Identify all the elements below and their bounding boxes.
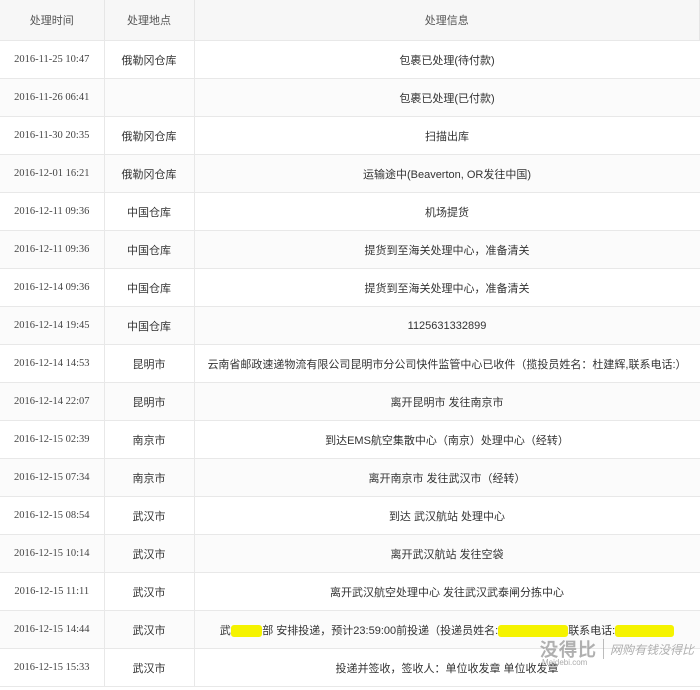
cell-info: 云南省邮政速递物流有限公司昆明市分公司快件监管中心已收件（揽投员姓名：杜建辉,联… xyxy=(194,344,700,383)
cell-info: 机场提货 xyxy=(194,192,700,231)
cell-info: 离开昆明市 发往南京市 xyxy=(194,382,700,421)
redacted-highlight: xxxxx xyxy=(230,624,263,637)
cell-time: 2016-12-15 02:39 xyxy=(0,420,105,459)
cell-location: 武汉市 xyxy=(104,610,195,649)
cell-time: 2016-12-15 10:14 xyxy=(0,534,105,573)
cell-time: 2016-12-14 09:36 xyxy=(0,268,105,307)
cell-location: 俄勒冈仓库 xyxy=(104,154,195,193)
cell-time: 2016-12-11 09:36 xyxy=(0,192,105,231)
cell-info: 投递并签收，签收人：单位收发章 单位收发章 xyxy=(194,648,700,687)
table-row: 2016-11-25 10:47 俄勒冈仓库 包裹已处理(待付款) xyxy=(0,40,700,79)
cell-info: 1125631332899 xyxy=(194,306,700,345)
cell-info: 离开武汉航站 发往空袋 xyxy=(194,534,700,573)
cell-time: 2016-12-01 16:21 xyxy=(0,154,105,193)
table-row: 2016-12-15 07:34 南京市 离开南京市 发往武汉市（经转） xyxy=(0,458,700,497)
redacted-highlight: xxxxxxxxxx xyxy=(615,624,675,637)
cell-info: 到达 武汉航站 处理中心 xyxy=(194,496,700,535)
table-row: 2016-11-26 06:41 包裹已处理(已付款) xyxy=(0,78,700,117)
table-row: 2016-12-15 14:44 武汉市 武 xxxxx 部 安排投递，预计23:5… xyxy=(0,610,700,649)
cell-location: 南京市 xyxy=(104,458,195,497)
cell-location: 武汉市 xyxy=(104,572,195,611)
cell-info: 到达EMS航空集散中心（南京）处理中心（经转） xyxy=(194,420,700,459)
cell-location: 中国仓库 xyxy=(104,192,195,231)
table-row: 2016-12-14 09:36 中国仓库 提货到至海关处理中心，准备清关 xyxy=(0,268,700,307)
cell-time: 2016-12-14 19:45 xyxy=(0,306,105,345)
table-row: 2016-12-11 09:36 中国仓库 提货到至海关处理中心，准备清关 xyxy=(0,230,700,269)
cell-time: 2016-12-14 14:53 xyxy=(0,344,105,383)
table-row: 2016-12-14 19:45 中国仓库 1125631332899 xyxy=(0,306,700,345)
info-text-part: 部 安排投递，预计23:59:00前投递（投递员姓名: xyxy=(262,624,499,637)
cell-location xyxy=(104,78,195,117)
cell-time: 2016-11-26 06:41 xyxy=(0,78,105,117)
cell-location: 武汉市 xyxy=(104,534,195,573)
info-text-part: 武 xyxy=(219,624,231,637)
cell-time: 2016-12-15 08:54 xyxy=(0,496,105,535)
cell-location: 中国仓库 xyxy=(104,268,195,307)
cell-info: 运输途中(Beaverton, OR发往中国) xyxy=(194,154,700,193)
tracking-table: 处理时间 处理地点 处理信息 2016-11-25 10:47 俄勒冈仓库 包裹… xyxy=(0,0,700,687)
table-row: 2016-12-15 02:39 南京市 到达EMS航空集散中心（南京）处理中心… xyxy=(0,420,700,459)
cell-time: 2016-12-14 22:07 xyxy=(0,382,105,421)
cell-time: 2016-11-30 20:35 xyxy=(0,116,105,155)
cell-info: 提货到至海关处理中心，准备清关 xyxy=(194,230,700,269)
cell-location: 南京市 xyxy=(104,420,195,459)
header-location: 处理地点 xyxy=(104,0,195,41)
header-info: 处理信息 xyxy=(194,0,700,41)
header-time: 处理时间 xyxy=(0,0,105,41)
table-row: 2016-12-14 14:53 昆明市 云南省邮政速递物流有限公司昆明市分公司… xyxy=(0,344,700,383)
cell-time: 2016-12-15 07:34 xyxy=(0,458,105,497)
table-row: 2016-11-30 20:35 俄勒冈仓库 扫描出库 xyxy=(0,116,700,155)
redacted-highlight: xxxxxxxxxxxx xyxy=(498,624,569,637)
cell-time: 2016-12-15 15:33 xyxy=(0,648,105,687)
cell-info: 提货到至海关处理中心，准备清关 xyxy=(194,268,700,307)
cell-location: 昆明市 xyxy=(104,382,195,421)
cell-time: 2016-12-15 14:44 xyxy=(0,610,105,649)
cell-location: 俄勒冈仓库 xyxy=(104,40,195,79)
cell-time: 2016-11-25 10:47 xyxy=(0,40,105,79)
cell-info: 武 xxxxx 部 安排投递，预计23:59:00前投递（投递员姓名: xxxxxxx… xyxy=(194,610,700,649)
cell-location: 昆明市 xyxy=(104,344,195,383)
table-row: 2016-12-15 10:14 武汉市 离开武汉航站 发往空袋 xyxy=(0,534,700,573)
cell-location: 武汉市 xyxy=(104,648,195,687)
cell-location: 俄勒冈仓库 xyxy=(104,116,195,155)
cell-info: 包裹已处理(待付款) xyxy=(194,40,700,79)
cell-time: 2016-12-15 11:11 xyxy=(0,572,105,611)
table-row: 2016-12-14 22:07 昆明市 离开昆明市 发往南京市 xyxy=(0,382,700,421)
cell-location: 中国仓库 xyxy=(104,230,195,269)
cell-location: 中国仓库 xyxy=(104,306,195,345)
table-row: 2016-12-11 09:36 中国仓库 机场提货 xyxy=(0,192,700,231)
cell-time: 2016-12-11 09:36 xyxy=(0,230,105,269)
cell-info: 包裹已处理(已付款) xyxy=(194,78,700,117)
table-row: 2016-12-15 08:54 武汉市 到达 武汉航站 处理中心 xyxy=(0,496,700,535)
info-text-part: 联系电话: xyxy=(568,624,616,637)
table-row: 2016-12-15 11:11 武汉市 离开武汉航空处理中心 发往武汉武泰闸分… xyxy=(0,572,700,611)
cell-info: 离开南京市 发往武汉市（经转） xyxy=(194,458,700,497)
table-row: 2016-12-01 16:21 俄勒冈仓库 运输途中(Beaverton, O… xyxy=(0,154,700,193)
table-row: 2016-12-15 15:33 武汉市 投递并签收，签收人：单位收发章 单位收… xyxy=(0,648,700,687)
cell-info: 离开武汉航空处理中心 发往武汉武泰闸分拣中心 xyxy=(194,572,700,611)
cell-info: 扫描出库 xyxy=(194,116,700,155)
table-header: 处理时间 处理地点 处理信息 xyxy=(0,0,700,41)
cell-location: 武汉市 xyxy=(104,496,195,535)
